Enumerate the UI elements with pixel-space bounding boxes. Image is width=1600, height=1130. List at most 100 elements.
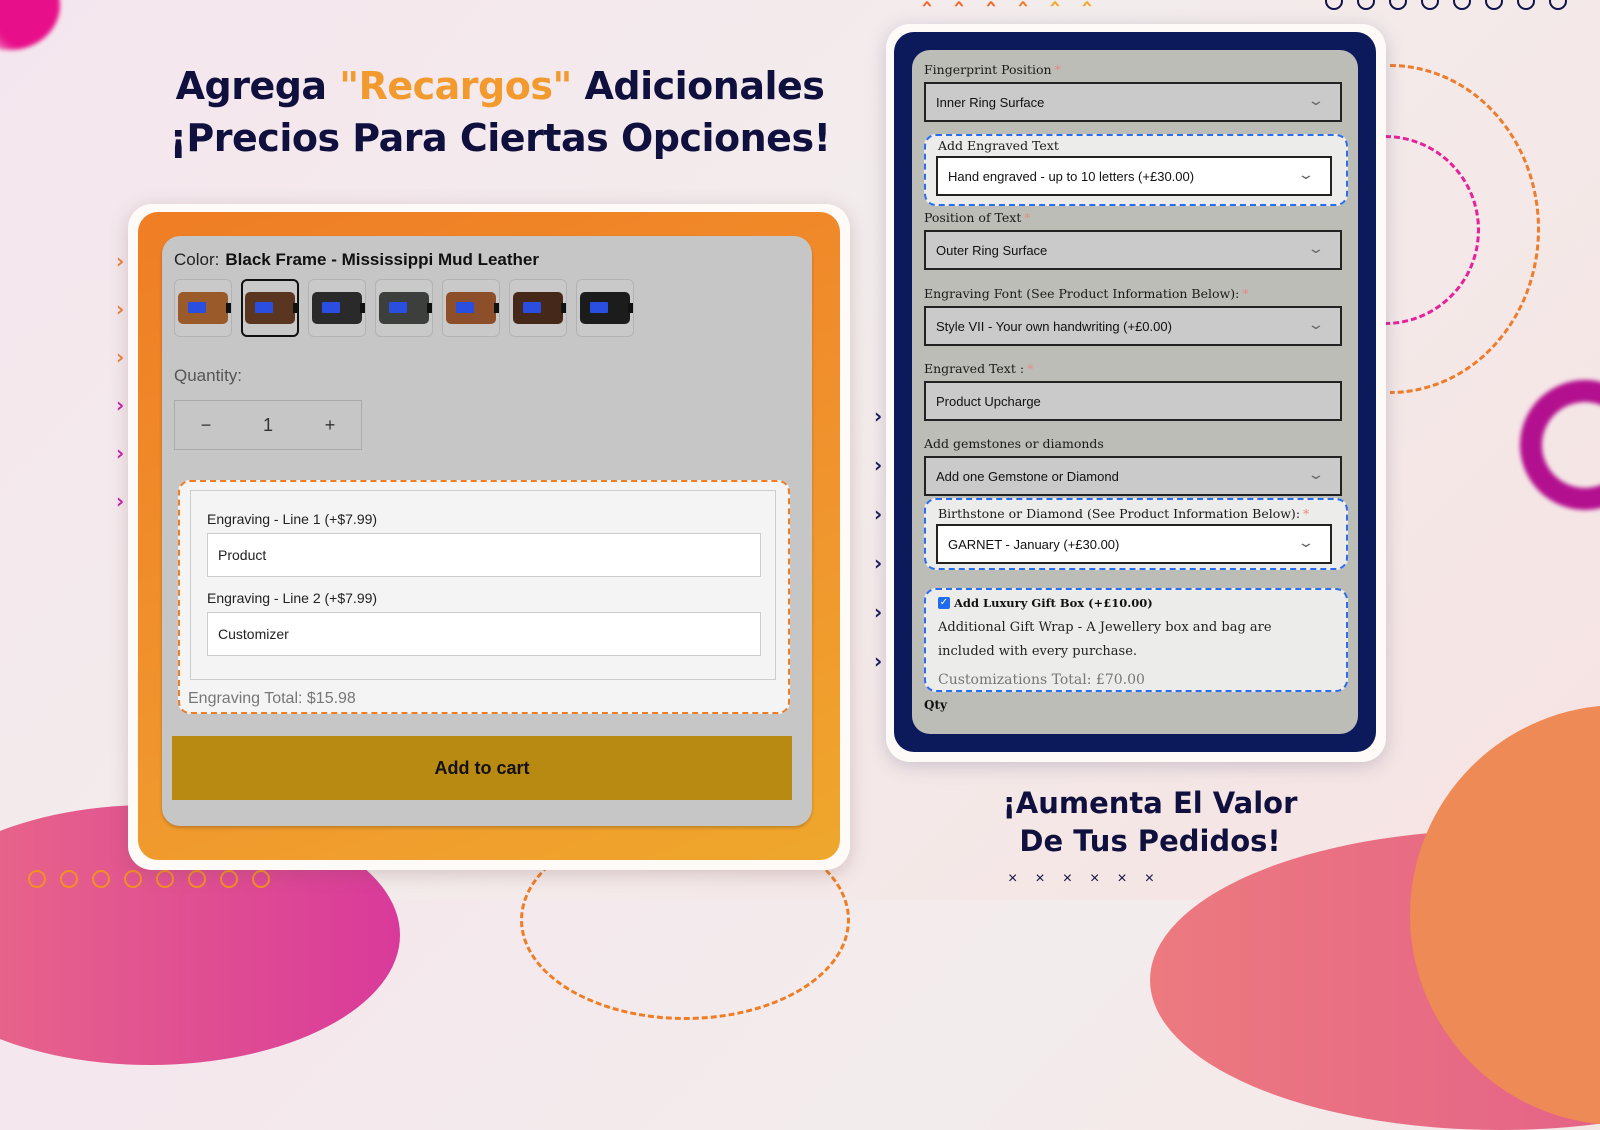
color-swatch-2[interactable]	[241, 279, 299, 337]
chevron-right-icon: ›	[874, 551, 883, 575]
chevron-right-icon: ›	[874, 502, 883, 526]
color-swatch-4[interactable]	[375, 279, 433, 337]
chevron-right-icon: ›	[116, 297, 125, 321]
quantity-input[interactable]: 1	[237, 415, 299, 436]
birthstone-label: Birthstone or Diamond (See Product Infor…	[938, 506, 1310, 521]
chevron-down-icon: ⌄	[1307, 467, 1325, 483]
headline-accent: "Recargos"	[339, 64, 572, 108]
wallet-thumbnail	[580, 292, 633, 324]
color-swatches	[174, 279, 634, 337]
chevron-right-icon: ›	[116, 345, 125, 369]
engraving-total: Engraving Total: $15.98	[188, 690, 356, 707]
chevron-right-icon: ›	[116, 249, 125, 273]
engraving-fieldset: Engraving - Line 1 (+$7.99) Product Engr…	[190, 490, 776, 680]
caret-up-icon: ›	[1010, 0, 1035, 9]
chevron-down-icon: ⌄	[1307, 93, 1325, 109]
chevron-down-icon: ⌄	[1297, 535, 1315, 551]
required-asterisk: *	[1027, 361, 1034, 376]
color-label: Color: Black Frame - Mississippi Mud Leat…	[174, 250, 540, 269]
engraving-line2-input[interactable]: Customizer	[207, 612, 761, 656]
gift-box-option-highlight: ✓ Add Luxury Gift Box (+£10.00) Addition…	[924, 588, 1348, 692]
fingerprint-position-select[interactable]: Inner Ring Surface ⌄	[924, 82, 1342, 122]
birthstone-select[interactable]: GARNET - January (+£30.00) ⌄	[936, 524, 1332, 564]
headline-text: Adicionales	[571, 64, 825, 108]
decorative-circles	[28, 870, 270, 888]
engraving-options-highlight: Engraving - Line 1 (+$7.99) Product Engr…	[178, 480, 790, 714]
ring-form-panel: Fingerprint Position * Inner Ring Surface…	[912, 50, 1358, 734]
decorative-ring	[1520, 380, 1600, 510]
wallet-thumbnail	[178, 292, 231, 324]
decorative-blob	[0, 0, 60, 50]
add-to-cart-button[interactable]: Add to cart	[172, 736, 792, 800]
engraved-text-input[interactable]: Product Upcharge	[924, 381, 1342, 421]
gift-box-description: Additional Gift Wrap - A Jewellery box a…	[938, 620, 1272, 659]
caret-up-icon: ›	[1042, 0, 1067, 9]
engraved-text-option-highlight: Add Engraved Text Hand engraved - up to …	[924, 134, 1348, 206]
caret-up-icon: ›	[914, 0, 939, 9]
chevron-right-icon: ›	[116, 393, 125, 417]
chevron-right-icon: ›	[874, 404, 883, 428]
decorative-crosses: ××××××	[1008, 870, 1173, 887]
promo-headline: Agrega "Recargos" Adicionales ¡Precios P…	[130, 60, 870, 164]
color-swatch-1[interactable]	[174, 279, 232, 337]
chevron-down-icon: ⌄	[1307, 317, 1325, 333]
card-frame: Fingerprint Position * Inner Ring Surface…	[894, 32, 1376, 752]
color-swatch-5[interactable]	[442, 279, 500, 337]
gift-box-option[interactable]: ✓ Add Luxury Gift Box (+£10.00)	[938, 596, 1153, 610]
engraved-text-label: Engraved Text : *	[924, 361, 1034, 376]
quantity-label: Quantity:	[174, 366, 243, 385]
product-options-card: Color: Black Frame - Mississippi Mud Leat…	[128, 204, 850, 870]
engraving-line2-label: Engraving - Line 2 (+$7.99)	[207, 590, 378, 606]
engraved-text-option-label: Add Engraved Text	[938, 138, 1059, 153]
product-form-panel: Color: Black Frame - Mississippi Mud Leat…	[162, 236, 812, 826]
color-swatch-3[interactable]	[308, 279, 366, 337]
chevron-right-icon: ›	[116, 441, 125, 465]
caret-up-icon: ›	[946, 0, 971, 9]
chevron-down-icon: ⌄	[1297, 167, 1315, 183]
wallet-thumbnail	[245, 292, 298, 324]
wallet-thumbnail	[312, 292, 365, 324]
decrement-button[interactable]: −	[175, 415, 237, 436]
decorative-circles	[1325, 0, 1567, 10]
gemstones-label: Add gemstones or diamonds	[924, 436, 1104, 451]
chevron-down-icon: ⌄	[1307, 241, 1325, 257]
required-asterisk: *	[1303, 506, 1310, 521]
chevron-right-icon: ›	[874, 649, 883, 673]
fingerprint-position-label: Fingerprint Position *	[924, 62, 1061, 77]
ring-options-card: Fingerprint Position * Inner Ring Surface…	[886, 24, 1386, 762]
engraving-font-select[interactable]: Style VII - Your own handwriting (+£0.00…	[924, 306, 1342, 346]
wallet-thumbnail	[379, 292, 432, 324]
required-asterisk: *	[1054, 62, 1061, 77]
subheadline-line2: De Tus Pedidos!	[1019, 824, 1281, 858]
gift-box-label: Add Luxury Gift Box (+£10.00)	[954, 596, 1153, 610]
wallet-thumbnail	[446, 292, 499, 324]
gemstones-select[interactable]: Add one Gemstone or Diamond ⌄	[924, 456, 1342, 496]
gift-box-checkbox[interactable]: ✓	[938, 597, 950, 609]
card-frame: Color: Black Frame - Mississippi Mud Leat…	[138, 212, 840, 860]
chevron-right-icon: ›	[116, 489, 125, 513]
engraved-text-option-select[interactable]: Hand engraved - up to 10 letters (+£30.0…	[936, 156, 1332, 196]
caret-up-icon: ›	[1074, 0, 1099, 9]
customizations-total: Customizations Total: £70.00	[938, 672, 1145, 688]
engraving-line1-label: Engraving - Line 1 (+$7.99)	[207, 511, 378, 527]
headline-text: Agrega	[175, 64, 340, 108]
quantity-stepper: − 1 +	[174, 400, 362, 450]
chevron-right-icon: ›	[874, 453, 883, 477]
position-of-text-select[interactable]: Outer Ring Surface ⌄	[924, 230, 1342, 270]
chevron-right-icon: ›	[874, 600, 883, 624]
engraving-font-label: Engraving Font (See Product Information …	[924, 286, 1249, 301]
color-value: Black Frame - Mississippi Mud Leather	[225, 250, 540, 269]
caret-up-icon: ›	[978, 0, 1003, 9]
promo-subheadline: ¡Aumenta El Valor De Tus Pedidos!	[985, 784, 1315, 860]
color-swatch-7[interactable]	[576, 279, 634, 337]
subheadline-line1: ¡Aumenta El Valor	[1002, 786, 1298, 820]
qty-label: Qty	[924, 698, 947, 712]
headline-line2: ¡Precios Para Ciertas Opciones!	[169, 116, 831, 160]
engraving-line1-input[interactable]: Product	[207, 533, 761, 577]
required-asterisk: *	[1024, 210, 1031, 225]
color-swatch-6[interactable]	[509, 279, 567, 337]
birthstone-option-highlight: Birthstone or Diamond (See Product Infor…	[924, 498, 1348, 570]
wallet-thumbnail	[513, 292, 566, 324]
position-of-text-label: Position of Text *	[924, 210, 1031, 225]
increment-button[interactable]: +	[299, 415, 361, 436]
